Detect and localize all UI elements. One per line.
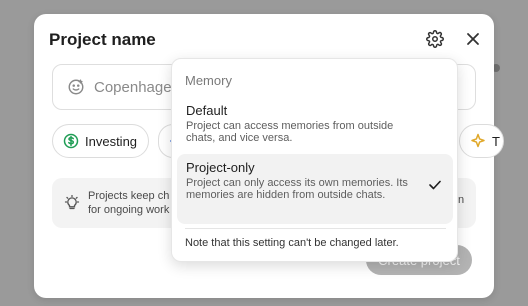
chip-label: Investing <box>85 133 138 149</box>
option-title: Default <box>186 103 228 118</box>
chip-t[interactable]: T <box>459 124 504 158</box>
tip-trailing-text: n <box>458 194 465 206</box>
memory-dropdown: Memory Default Project can access memori… <box>171 58 458 262</box>
tip-line-2: for ongoing work <box>88 204 170 216</box>
modal-title: Project name <box>49 30 156 49</box>
close-button[interactable] <box>461 27 485 51</box>
menu-header: Memory <box>185 73 232 88</box>
sparkle-icon <box>470 133 486 149</box>
smiley-icon[interactable] <box>67 78 85 96</box>
memory-option-default[interactable]: Default Project can access memories from… <box>177 97 453 151</box>
menu-note: Note that this setting can't be changed … <box>185 237 399 249</box>
menu-divider <box>185 228 446 229</box>
gear-icon <box>426 30 444 48</box>
chip-label: T <box>492 133 500 149</box>
tip-text: Projects keep ch for ongoing work <box>88 189 169 217</box>
option-title: Project-only <box>186 160 255 175</box>
option-description: Project can only access its own memories… <box>186 177 408 201</box>
dollar-circle-icon <box>63 133 79 149</box>
tip-line-1: Projects keep ch <box>88 190 170 202</box>
lightbulb-icon <box>64 195 80 211</box>
checkmark-icon <box>429 180 441 190</box>
close-icon <box>467 33 479 45</box>
option-description: Project can access memories from outside… <box>186 120 394 144</box>
memory-option-project-only[interactable]: Project-only Project can only access its… <box>177 154 453 224</box>
settings-button[interactable] <box>423 27 447 51</box>
project-name-value: Copenhagen <box>94 78 180 96</box>
chip-investing[interactable]: Investing <box>52 124 149 158</box>
